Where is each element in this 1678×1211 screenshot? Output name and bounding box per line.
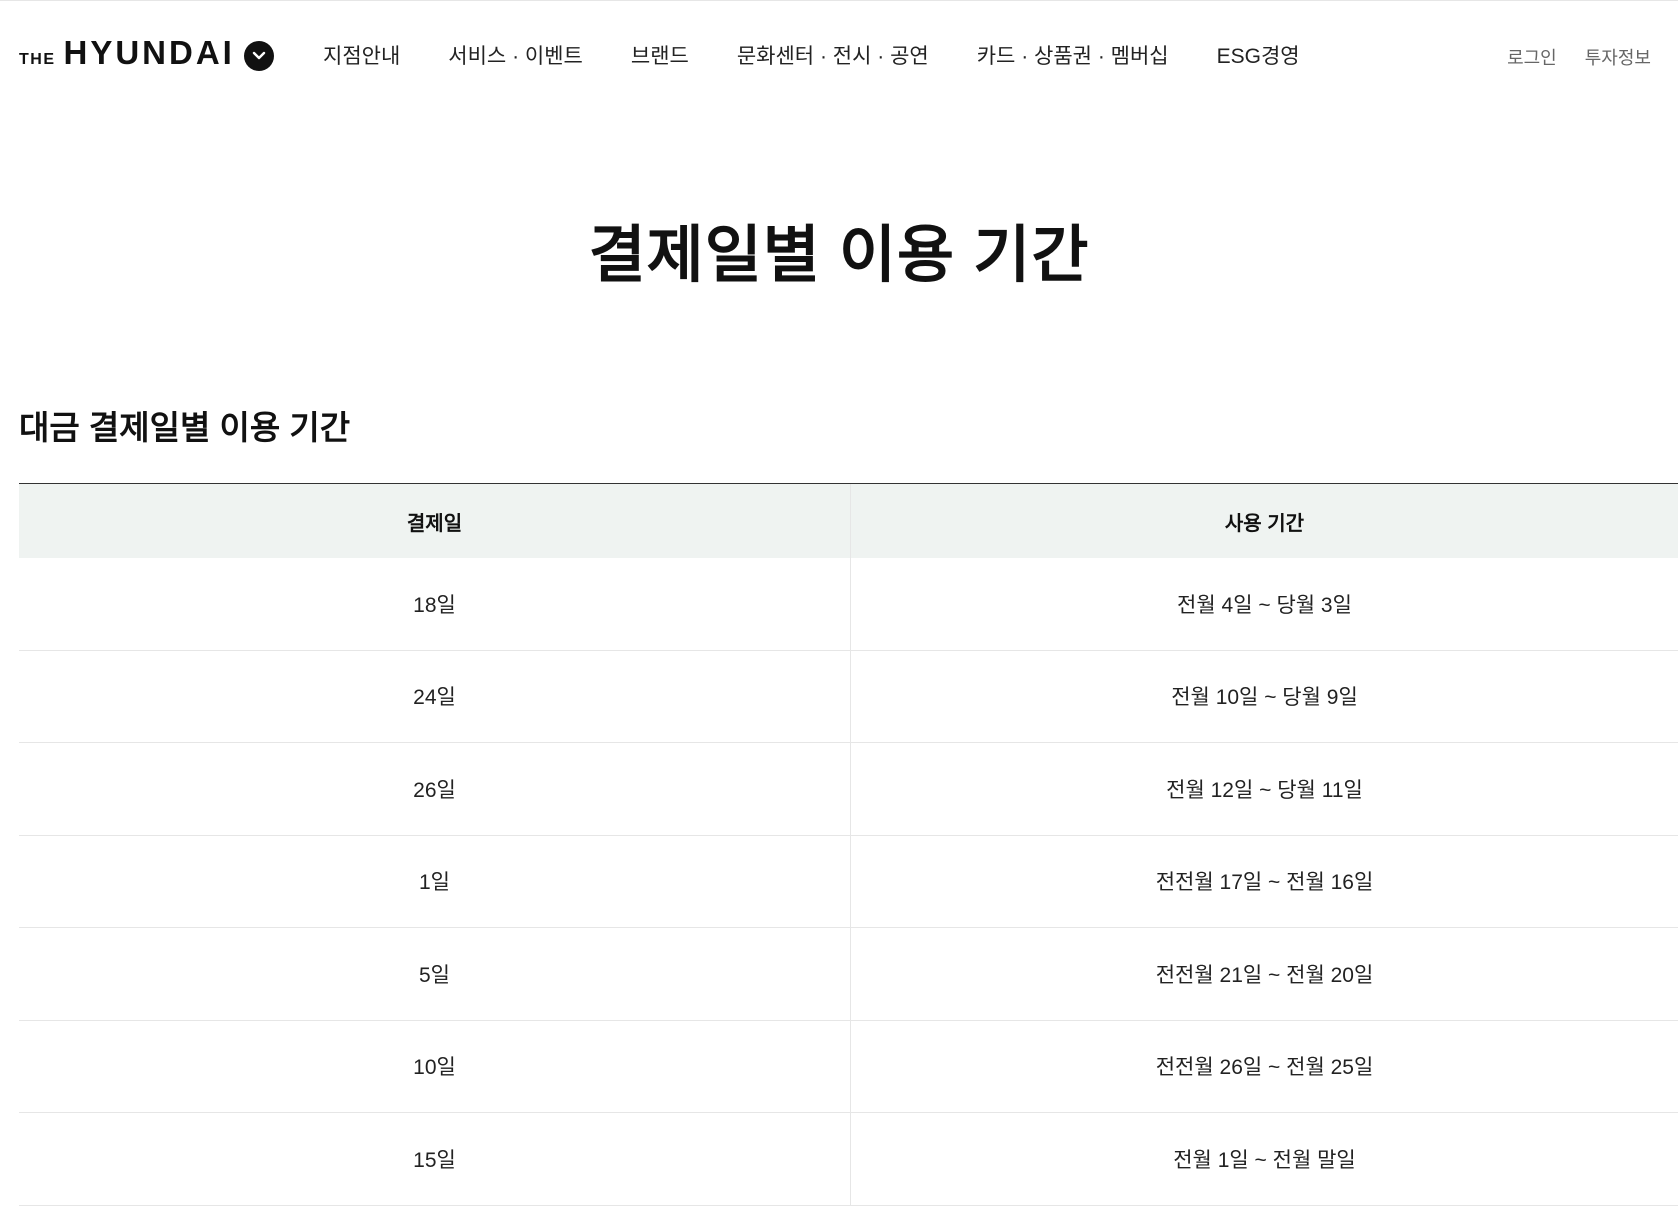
table-row: 5일 전전월 21일 ~ 전월 20일 bbox=[19, 928, 1678, 1021]
payment-period-table: 결제일 사용 기간 18일 전월 4일 ~ 당월 3일 24일 전월 10일 ~ 당월… bbox=[19, 483, 1678, 1206]
table-row: 1일 전전월 17일 ~ 전월 16일 bbox=[19, 835, 1678, 928]
nav-esg[interactable]: ESG경영 bbox=[1217, 40, 1300, 70]
utility-menu: 로그인 투자정보 bbox=[1507, 44, 1651, 70]
nav-card-membership[interactable]: 카드 · 상품권 · 멤버십 bbox=[977, 40, 1169, 70]
usage-period-cell: 전전월 21일 ~ 전월 20일 bbox=[1155, 963, 1374, 987]
payment-day-cell: 15일 bbox=[19, 1113, 851, 1205]
table-header-row: 결제일 사용 기간 bbox=[19, 484, 1678, 558]
nav-culture[interactable]: 문화센터 · 전시 · 공연 bbox=[737, 40, 929, 70]
usage-period-cell: 전월 10일 ~ 당월 9일 bbox=[1171, 686, 1358, 710]
nav-branch-info[interactable]: 지점안내 bbox=[323, 40, 400, 70]
table-row: 24일 전월 10일 ~ 당월 9일 bbox=[19, 650, 1678, 743]
usage-period-cell: 전월 4일 ~ 당월 3일 bbox=[1177, 593, 1352, 617]
logo-the-text: THE bbox=[19, 51, 56, 68]
chevron-down-icon bbox=[252, 51, 266, 60]
payment-day-cell: 18일 bbox=[19, 558, 851, 650]
usage-period-cell: 전전월 17일 ~ 전월 16일 bbox=[1155, 871, 1374, 895]
site-header: THE HYUNDAI 지점안내 서비스 · 이벤트 브랜드 문화센터 · 전시… bbox=[0, 0, 1678, 108]
investor-link[interactable]: 투자정보 bbox=[1585, 44, 1651, 70]
table-row: 26일 전월 12일 ~ 당월 11일 bbox=[19, 743, 1678, 836]
table-body: 18일 전월 4일 ~ 당월 3일 24일 전월 10일 ~ 당월 9일 26일 전월 1… bbox=[19, 558, 1678, 1206]
table-row: 18일 전월 4일 ~ 당월 3일 bbox=[19, 558, 1678, 651]
payment-day-cell: 24일 bbox=[19, 650, 851, 742]
nav-service-event[interactable]: 서비스 · 이벤트 bbox=[448, 40, 583, 70]
logo-dropdown-toggle[interactable] bbox=[244, 41, 274, 71]
main-navigation: 지점안내 서비스 · 이벤트 브랜드 문화센터 · 전시 · 공연 카드 · 상… bbox=[323, 40, 1300, 70]
hyundai-logo[interactable]: THE HYUNDAI bbox=[19, 36, 235, 69]
header-payment-day: 결제일 bbox=[19, 484, 851, 558]
section-title: 대금 결제일별 이용 기간 bbox=[19, 409, 351, 446]
payment-day-cell: 1일 bbox=[19, 835, 851, 927]
table-row: 10일 전전월 26일 ~ 전월 25일 bbox=[19, 1020, 1678, 1113]
payment-day-cell: 26일 bbox=[19, 743, 851, 835]
usage-period-cell: 전월 1일 ~ 전월 말일 bbox=[1173, 1148, 1356, 1172]
header-usage-period: 사용 기간 bbox=[1224, 512, 1305, 535]
nav-brand[interactable]: 브랜드 bbox=[631, 40, 689, 70]
logo-main-text: HYUNDAI bbox=[63, 34, 235, 71]
usage-period-cell: 전월 12일 ~ 당월 11일 bbox=[1166, 778, 1363, 802]
table-row: 15일 전월 1일 ~ 전월 말일 bbox=[19, 1113, 1678, 1206]
payment-day-cell: 5일 bbox=[19, 928, 851, 1020]
login-link[interactable]: 로그인 bbox=[1507, 44, 1557, 70]
usage-period-cell: 전전월 26일 ~ 전월 25일 bbox=[1155, 1056, 1374, 1080]
page-title: 결제일별 이용 기간 bbox=[588, 221, 1090, 290]
payment-day-cell: 10일 bbox=[19, 1020, 851, 1112]
